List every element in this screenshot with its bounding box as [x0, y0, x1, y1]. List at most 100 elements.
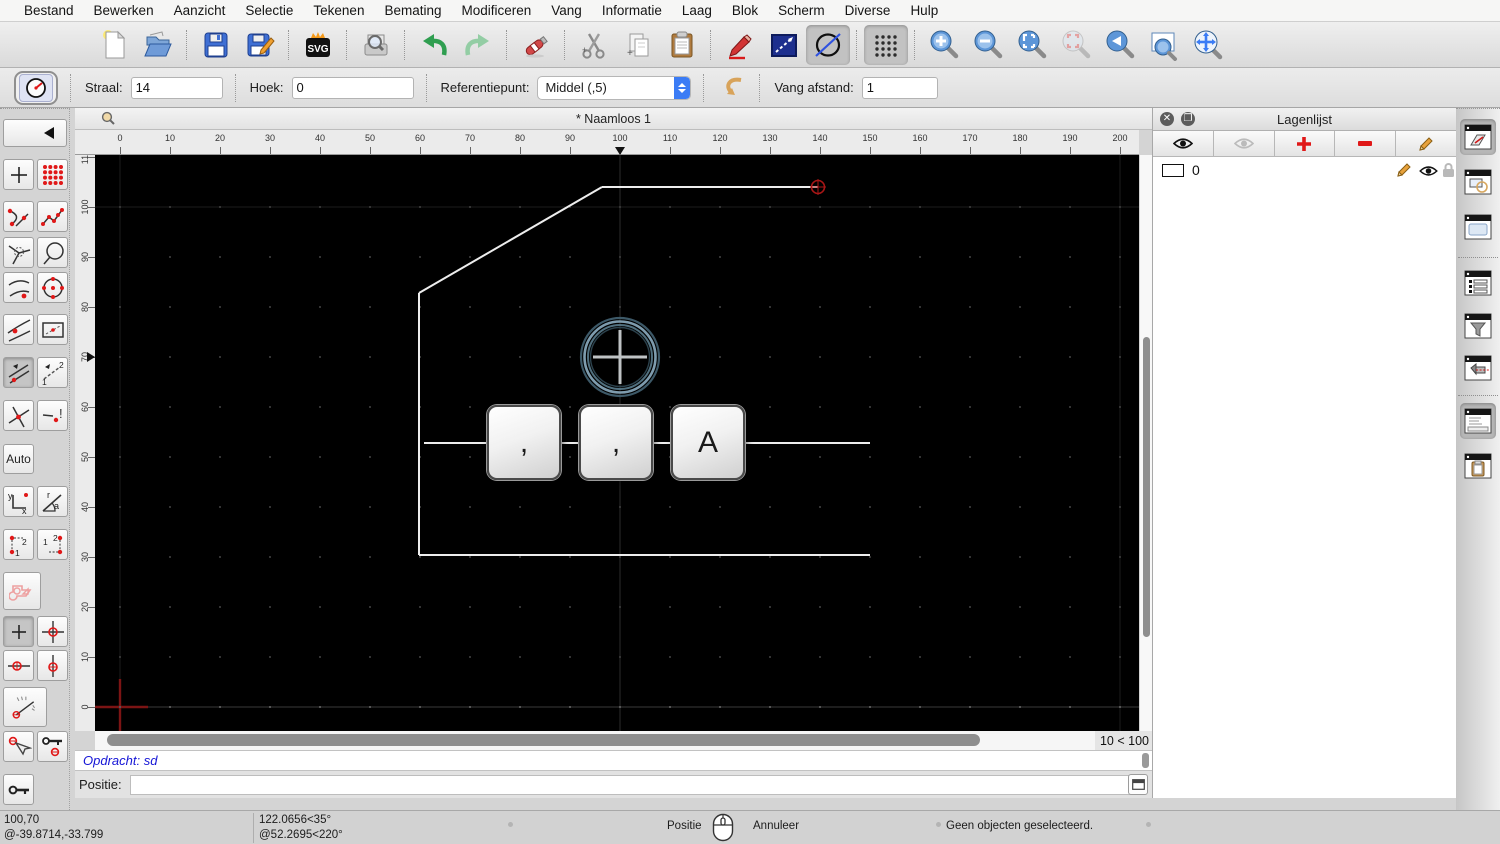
new-file-icon[interactable]	[92, 25, 136, 65]
sequence-1-2-tool[interactable]: 12	[37, 357, 68, 388]
layers-panel-icon[interactable]	[1460, 119, 1496, 155]
projection-panel-icon[interactable]	[1460, 350, 1496, 386]
collapse-toolbox-button[interactable]	[3, 119, 67, 147]
layer-pencil-icon[interactable]	[1396, 162, 1412, 181]
hide-all-eye-button[interactable]	[1213, 131, 1275, 156]
draw-style-icon[interactable]	[718, 25, 762, 65]
zoom-in-icon[interactable]	[922, 25, 966, 65]
layer-lock-icon[interactable]	[1442, 162, 1455, 181]
dashed-box-tool[interactable]	[37, 314, 68, 345]
hoek-input[interactable]	[291, 76, 414, 99]
drawing-canvas[interactable]: ,,A	[95, 155, 1139, 731]
save-icon[interactable]	[194, 25, 238, 65]
menu-blok[interactable]: Blok	[722, 3, 768, 18]
cut-icon[interactable]: +	[572, 25, 616, 65]
menu-informatie[interactable]: Informatie	[592, 3, 672, 18]
vertical-scrollbar-thumb[interactable]	[1143, 337, 1150, 637]
vertex-snap-tool[interactable]	[3, 237, 34, 268]
menu-tekenen[interactable]: Tekenen	[303, 3, 374, 18]
menu-bewerken[interactable]: Bewerken	[84, 3, 164, 18]
print-preview-icon[interactable]	[354, 25, 398, 65]
show-all-eye-button[interactable]	[1153, 131, 1214, 156]
svg-export-icon[interactable]: SVG	[296, 25, 340, 65]
edit-layer-button[interactable]	[1396, 131, 1456, 156]
add-layer-button[interactable]	[1274, 131, 1336, 156]
position-input[interactable]	[129, 774, 1140, 795]
ellipse-tool-icon[interactable]	[806, 24, 850, 65]
erase-icon[interactable]	[514, 25, 558, 65]
zoom-fit-icon[interactable]	[1010, 25, 1054, 65]
clipboard-panel-icon[interactable]	[1460, 448, 1496, 484]
cartesian-entry-tool[interactable]: yx	[3, 486, 34, 517]
line-style-icon[interactable]	[762, 25, 806, 65]
list-panel-icon[interactable]	[1460, 265, 1496, 301]
pan-icon[interactable]	[1186, 25, 1230, 65]
command-bar[interactable]: Opdracht: sd	[75, 750, 1152, 771]
target-vertical-tool[interactable]	[37, 650, 68, 681]
revert-button[interactable]	[717, 72, 747, 103]
layer-color-swatch[interactable]	[1162, 163, 1184, 177]
extension-snap-tool[interactable]: !	[37, 400, 68, 431]
undo-icon[interactable]	[412, 25, 456, 65]
relative-2-1-tool[interactable]: 12	[37, 529, 68, 560]
referentiepunt-select[interactable]: Middel (,5)	[537, 75, 692, 100]
menu-hulp[interactable]: Hulp	[900, 3, 948, 18]
detach-panel-icon[interactable]: ❐	[1181, 112, 1195, 126]
shapes-panel-icon[interactable]	[1460, 164, 1496, 200]
straal-input[interactable]	[130, 76, 223, 99]
zoom-out-icon[interactable]	[966, 25, 1010, 65]
layer-row[interactable]: 0	[1153, 157, 1456, 183]
menu-modificeren[interactable]: Modificeren	[452, 3, 542, 18]
select-target-tool[interactable]	[3, 731, 34, 762]
nearest-on-curve-tool[interactable]	[3, 272, 34, 303]
menu-bemating[interactable]: Bemating	[374, 3, 451, 18]
crosshair-plus-tool[interactable]	[3, 616, 34, 647]
redo-icon[interactable]	[456, 25, 500, 65]
menu-aanzicht[interactable]: Aanzicht	[164, 3, 236, 18]
lasso-circle-tool[interactable]	[37, 237, 68, 268]
grid-toggle-icon[interactable]	[864, 24, 908, 65]
point-snap-tool[interactable]	[3, 159, 34, 190]
document-lens-icon[interactable]	[101, 111, 116, 129]
filter-panel-icon[interactable]	[1460, 308, 1496, 344]
menu-diverse[interactable]: Diverse	[835, 3, 901, 18]
copy-icon[interactable]: +	[616, 25, 660, 65]
mirror-preview-tool[interactable]	[3, 572, 41, 610]
paste-icon[interactable]	[660, 25, 704, 65]
target-horizontal-tool[interactable]	[3, 650, 34, 681]
position-panel-button[interactable]	[1128, 774, 1148, 795]
vang-afstand-input[interactable]	[861, 76, 938, 99]
zoom-previous-icon[interactable]	[1098, 25, 1142, 65]
menu-vang[interactable]: Vang	[541, 3, 592, 18]
save-as-icon[interactable]	[238, 25, 282, 65]
menu-bestand[interactable]: Bestand	[14, 3, 84, 18]
target-cross-tool[interactable]	[37, 616, 68, 647]
menu-selectie[interactable]: Selectie	[235, 3, 303, 18]
zoom-selection-icon[interactable]	[1054, 25, 1098, 65]
open-file-icon[interactable]	[136, 25, 180, 65]
horizontal-scrollbar-thumb[interactable]	[107, 734, 980, 746]
center-quadrant-tool[interactable]	[37, 272, 68, 303]
angle-gauge-tool[interactable]	[3, 687, 47, 727]
preview-panel-icon[interactable]	[1460, 209, 1496, 245]
parallel-constraint-tool[interactable]	[3, 357, 34, 388]
zoom-window-icon[interactable]	[1142, 25, 1186, 65]
menu-laag[interactable]: Laag	[672, 3, 722, 18]
menu-scherm[interactable]: Scherm	[768, 3, 835, 18]
layer-eye-icon[interactable]	[1419, 164, 1438, 180]
lock-tool[interactable]	[3, 774, 34, 805]
active-tool-indicator[interactable]	[14, 70, 58, 105]
lock-target-tool[interactable]	[37, 731, 68, 762]
command-scrollbar-thumb[interactable]	[1142, 753, 1149, 768]
auto-snap-button[interactable]: Auto	[3, 444, 34, 474]
horizontal-scrollbar[interactable]	[95, 731, 1095, 750]
close-panel-icon[interactable]: ✕	[1160, 112, 1174, 126]
remove-layer-button[interactable]	[1335, 131, 1397, 156]
relative-1-2-tool[interactable]: 12	[3, 529, 34, 560]
intersection-snap-tool[interactable]	[3, 400, 34, 431]
polar-entry-tool[interactable]: ra	[37, 486, 68, 517]
grid-snap-tool[interactable]	[37, 159, 68, 190]
tangent-snap-tool[interactable]	[3, 314, 34, 345]
command-panel-icon[interactable]	[1460, 403, 1496, 439]
curve-endpoints-tool[interactable]	[3, 201, 34, 232]
